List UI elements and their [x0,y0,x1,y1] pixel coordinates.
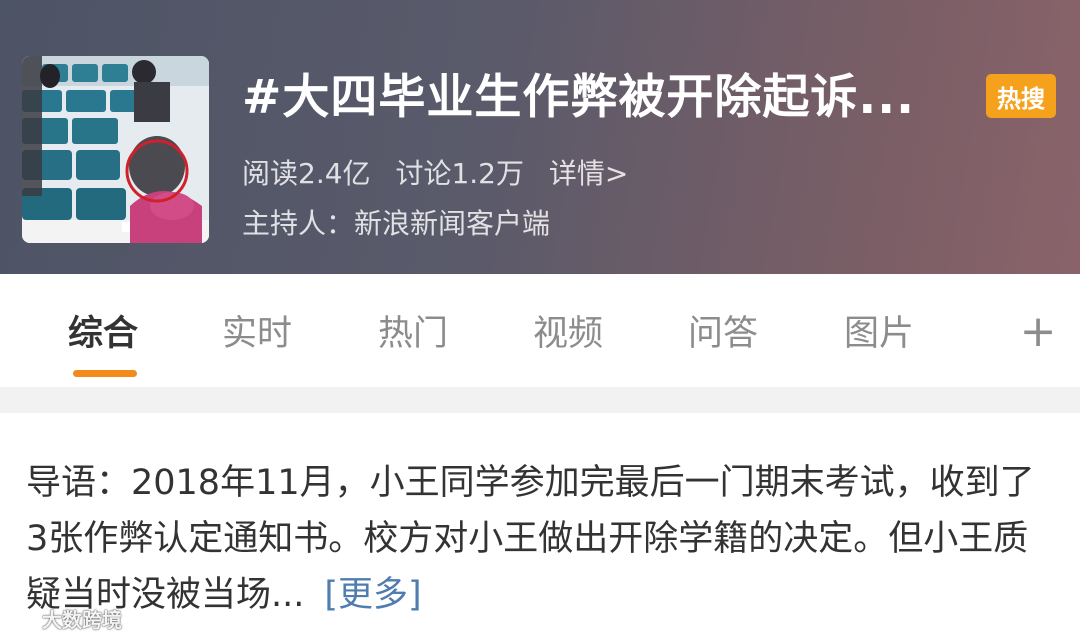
read-count: 阅读2.4亿 [242,157,371,190]
tab-bar: 综合 实时 热门 视频 问答 图片 + [0,274,1080,387]
tab-qa[interactable]: 问答 [688,310,758,358]
topic-header: #大四毕业生作弊被开除起诉... 热搜 阅读2.4亿 讨论1.2万 详情> 主持… [0,0,1080,274]
watermark: 大数跨境 [8,604,122,633]
tab-comprehensive[interactable]: 综合 [68,310,138,358]
more-link[interactable]: [更多] [324,575,421,615]
topic-thumbnail[interactable] [22,56,209,243]
topic-title: #大四毕业生作弊被开除起诉... [242,70,915,125]
active-tab-indicator [73,370,137,377]
add-tab-icon[interactable]: + [1018,310,1058,358]
lead-text: 导语：2018年11月，小王同学参加完最后一门期末考试，收到了3张作弊认定通知书… [26,463,1035,615]
topic-stats: 阅读2.4亿 讨论1.2万 详情> [242,154,644,194]
classroom-photo [22,56,209,243]
hot-search-badge: 热搜 [986,74,1056,118]
details-link[interactable]: 详情> [549,157,628,190]
section-divider [0,387,1080,413]
topic-host: 主持人：新浪新闻客户端 [242,207,551,240]
watermark-text: 大数跨境 [42,608,122,632]
topic-lead: 导语：2018年11月，小王同学参加完最后一门期末考试，收到了3张作弊认定通知书… [26,455,1056,623]
discussion-count: 讨论1.2万 [395,157,524,190]
tab-hot[interactable]: 热门 [378,310,448,358]
tab-images[interactable]: 图片 [844,310,914,358]
tab-realtime[interactable]: 实时 [222,310,292,358]
tab-video[interactable]: 视频 [533,310,603,358]
watermark-logo-icon [8,610,38,627]
